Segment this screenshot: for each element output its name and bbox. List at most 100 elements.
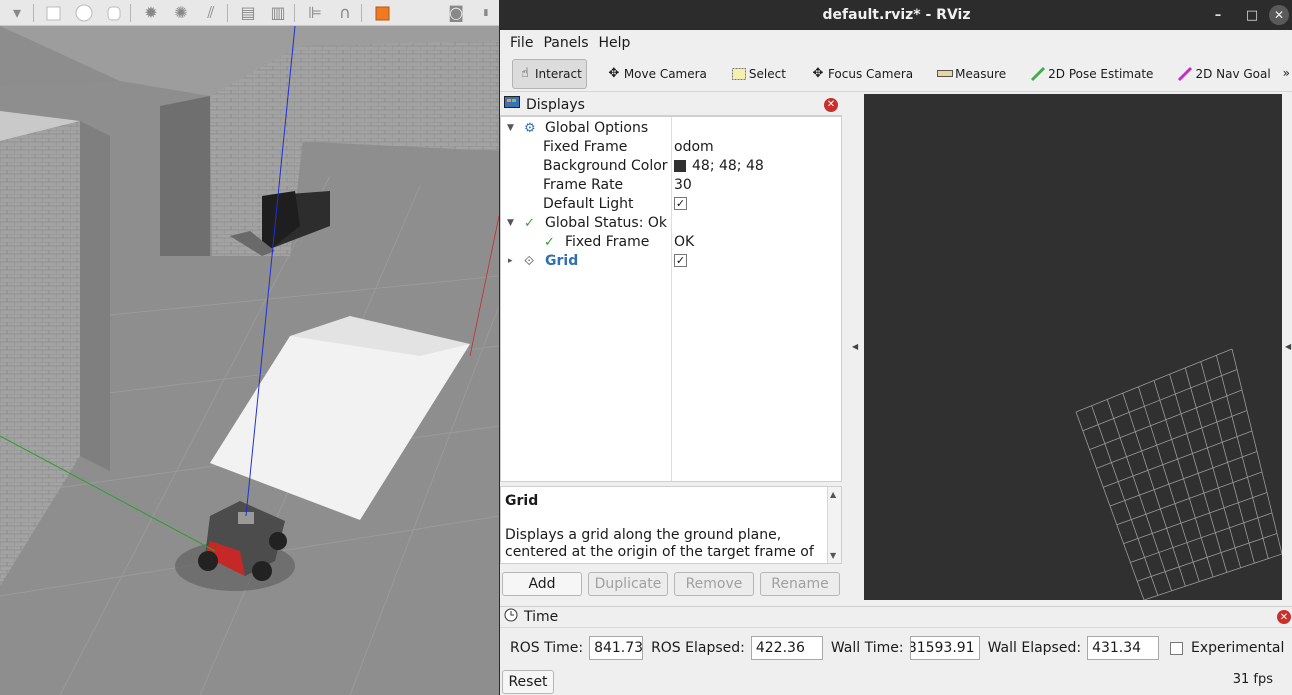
tree-label: Fixed Frame	[543, 139, 628, 155]
time-title: Time	[524, 609, 559, 625]
tree-row-grid[interactable]: ▸ ⟐ Grid ✓	[501, 253, 841, 272]
tool-label: Interact	[535, 66, 582, 81]
wall-elapsed-label: Wall Elapsed:	[987, 640, 1082, 656]
maximize-icon[interactable]: □	[1235, 0, 1269, 30]
chevron-right-icon[interactable]: ▸	[508, 256, 513, 266]
spot-light-icon[interactable]: ✺	[168, 2, 194, 24]
sphere-icon[interactable]	[71, 2, 97, 24]
tree-row-status-fixed-frame[interactable]: ✓ Fixed Frame OK	[501, 234, 841, 253]
tree-row-default-light[interactable]: Default Light ✓	[501, 196, 841, 215]
description-text: Displays a grid along the ground plane, …	[505, 527, 814, 560]
background-color-value[interactable]: 48; 48; 48	[674, 158, 764, 174]
tree-label: Grid	[545, 253, 579, 269]
fixed-frame-value[interactable]: odom	[674, 139, 714, 155]
scroll-up-icon[interactable]: ▲	[830, 490, 836, 499]
gear-icon: ⚙	[524, 121, 536, 136]
close-icon[interactable]: ✕	[824, 97, 838, 112]
tree-label: Global Options	[545, 120, 649, 136]
measure-tool-button[interactable]: Measure	[932, 59, 1011, 89]
experimental-checkbox[interactable]	[1170, 642, 1183, 655]
move-camera-icon: ✥	[608, 66, 620, 81]
scroll-down-icon[interactable]: ▼	[830, 551, 836, 560]
tree-label: Frame Rate	[543, 177, 624, 193]
fps-counter: 31 fps	[1232, 672, 1273, 687]
duplicate-button[interactable]: Duplicate	[588, 572, 668, 596]
render-viewport[interactable]	[864, 94, 1282, 600]
ros-elapsed-label: ROS Elapsed:	[651, 640, 745, 656]
display-description: Grid Displays a grid along the ground pl…	[500, 486, 842, 564]
interact-tool-button[interactable]: ☝ Interact	[512, 58, 587, 89]
menu-file[interactable]: File	[510, 35, 533, 51]
chevron-down-icon[interactable]: ▾	[4, 2, 30, 24]
log-icon[interactable]: ▮	[473, 2, 499, 24]
ros-elapsed-field[interactable]: 422.36	[750, 636, 823, 660]
menu-panels[interactable]: Panels	[543, 35, 588, 51]
sun-icon[interactable]: ✹	[138, 2, 164, 24]
window-titlebar[interactable]: default.rviz* - RViz – □ ✕	[500, 0, 1292, 30]
pose-estimate-tool-button[interactable]: 2D Pose Estimate	[1025, 59, 1158, 89]
tool-label: 2D Nav Goal	[1195, 66, 1271, 81]
camera-icon[interactable]: ◙	[443, 2, 469, 24]
rename-button[interactable]: Rename	[760, 572, 840, 596]
grid-icon: ⟐	[524, 254, 535, 269]
collapse-right-icon[interactable]: ◀	[1285, 342, 1291, 351]
nav-goal-icon	[1177, 66, 1193, 82]
close-icon[interactable]: ✕	[1269, 5, 1289, 25]
chevron-down-icon[interactable]: ▼	[507, 123, 514, 133]
cylinder-icon[interactable]	[101, 2, 127, 24]
window-controls: – □ ✕	[1201, 0, 1292, 30]
toolbar-more-icon[interactable]: »	[1283, 66, 1290, 80]
tree-row-background-color[interactable]: Background Color 48; 48; 48	[501, 158, 841, 177]
measure-icon	[937, 66, 954, 82]
tree-label: Global Status: Ok	[545, 215, 668, 231]
experimental-option[interactable]: Experimental	[1170, 640, 1284, 656]
displays-title: Displays	[526, 96, 585, 113]
gazebo-toolbar: ▾ ✹ ✺ ⫽ ▤ ▥ ⊫ ∩ ◙ ▮	[0, 0, 499, 26]
remove-button[interactable]: Remove	[674, 572, 754, 596]
gazebo-3d-scene[interactable]	[0, 26, 499, 695]
copy-icon[interactable]: ▤	[235, 2, 261, 24]
wall-elapsed-field[interactable]: 431.34	[1087, 636, 1160, 660]
description-title: Grid	[505, 493, 539, 509]
collapse-left-icon[interactable]: ◀	[852, 342, 858, 351]
check-icon: ✓	[524, 216, 535, 231]
menu-help[interactable]: Help	[599, 35, 631, 51]
nav-goal-tool-button[interactable]: 2D Nav Goal	[1172, 59, 1275, 89]
check-icon: ✓	[544, 235, 555, 250]
box-icon[interactable]	[41, 2, 67, 24]
grid-checkbox[interactable]: ✓	[674, 254, 687, 267]
directional-light-icon[interactable]: ⫽	[198, 2, 224, 24]
move-camera-tool-button[interactable]: ✥ Move Camera	[601, 59, 712, 89]
description-scrollbar[interactable]: ▲ ▼	[827, 487, 841, 563]
rviz-window: default.rviz* - RViz – □ ✕ File Panels H…	[499, 0, 1292, 695]
tree-row-fixed-frame[interactable]: Fixed Frame odom	[501, 139, 841, 158]
tool-label: Measure	[955, 66, 1007, 81]
chevron-down-icon[interactable]: ▼	[507, 218, 514, 228]
select-tool-button[interactable]: Select	[726, 59, 791, 89]
default-light-checkbox[interactable]: ✓	[674, 197, 687, 210]
align-icon[interactable]: ⊫	[302, 2, 328, 24]
tree-row-frame-rate[interactable]: Frame Rate 30	[501, 177, 841, 196]
window-title: default.rviz* - RViz	[822, 7, 971, 23]
time-panel-header: Time ✕	[500, 606, 1292, 628]
add-button[interactable]: Add	[502, 572, 582, 596]
color-swatch	[674, 160, 686, 172]
focus-camera-tool-button[interactable]: ✥ Focus Camera	[805, 59, 918, 89]
gazebo-view[interactable]: ▾ ✹ ✺ ⫽ ▤ ▥ ⊫ ∩ ◙ ▮	[0, 0, 499, 695]
reset-button[interactable]: Reset	[502, 670, 554, 694]
wall-time-field[interactable]: 681593.91	[909, 636, 980, 660]
frame-rate-value[interactable]: 30	[674, 177, 692, 193]
ros-time-field[interactable]: 841.73	[589, 636, 644, 660]
displays-tree[interactable]: ▼ ⚙ Global Options Fixed Frame odom Back…	[500, 116, 842, 482]
wall-time-label: Wall Time:	[830, 640, 904, 656]
magnet-icon[interactable]: ∩	[332, 2, 358, 24]
tree-row-global-options[interactable]: ▼ ⚙ Global Options	[501, 120, 841, 139]
orange-box-icon[interactable]	[369, 2, 395, 24]
paste-icon[interactable]: ▥	[265, 2, 291, 24]
minimize-icon[interactable]: –	[1201, 0, 1235, 30]
tree-row-global-status[interactable]: ▼ ✓ Global Status: Ok	[501, 215, 841, 234]
displays-icon	[504, 95, 520, 114]
close-icon[interactable]: ✕	[1277, 610, 1291, 624]
toolbar-separator	[294, 3, 295, 22]
tool-label: Move Camera	[623, 66, 707, 81]
